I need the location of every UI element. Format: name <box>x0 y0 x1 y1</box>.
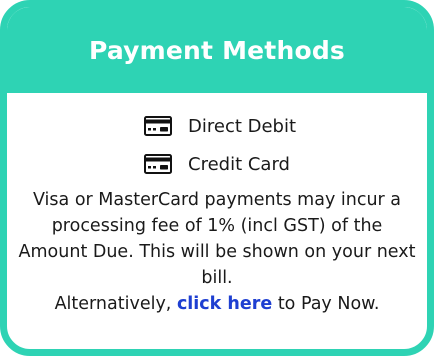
method-credit-card: Credit Card <box>7 145 427 183</box>
card-title: Payment Methods <box>88 35 346 65</box>
payment-methods-list: Direct Debit Credit Card <box>7 93 427 183</box>
payment-methods-card: Payment Methods Direct Debit Credit Card… <box>0 0 434 356</box>
fee-note: Visa or MasterCard payments may incur a … <box>7 183 427 317</box>
pay-now-line: Alternatively, click here to Pay Now. <box>15 291 419 317</box>
fee-text: Visa or MasterCard payments may incur a … <box>18 190 416 288</box>
alt-suffix: to Pay Now. <box>272 294 380 314</box>
credit-card-icon <box>144 154 172 174</box>
alt-prefix: Alternatively, <box>54 294 177 314</box>
click-here-link[interactable]: click here <box>177 294 272 314</box>
method-label: Direct Debit <box>188 115 297 137</box>
credit-card-icon <box>144 116 172 136</box>
method-direct-debit: Direct Debit <box>7 107 427 145</box>
method-label: Credit Card <box>188 153 290 175</box>
card-header: Payment Methods <box>7 7 427 93</box>
